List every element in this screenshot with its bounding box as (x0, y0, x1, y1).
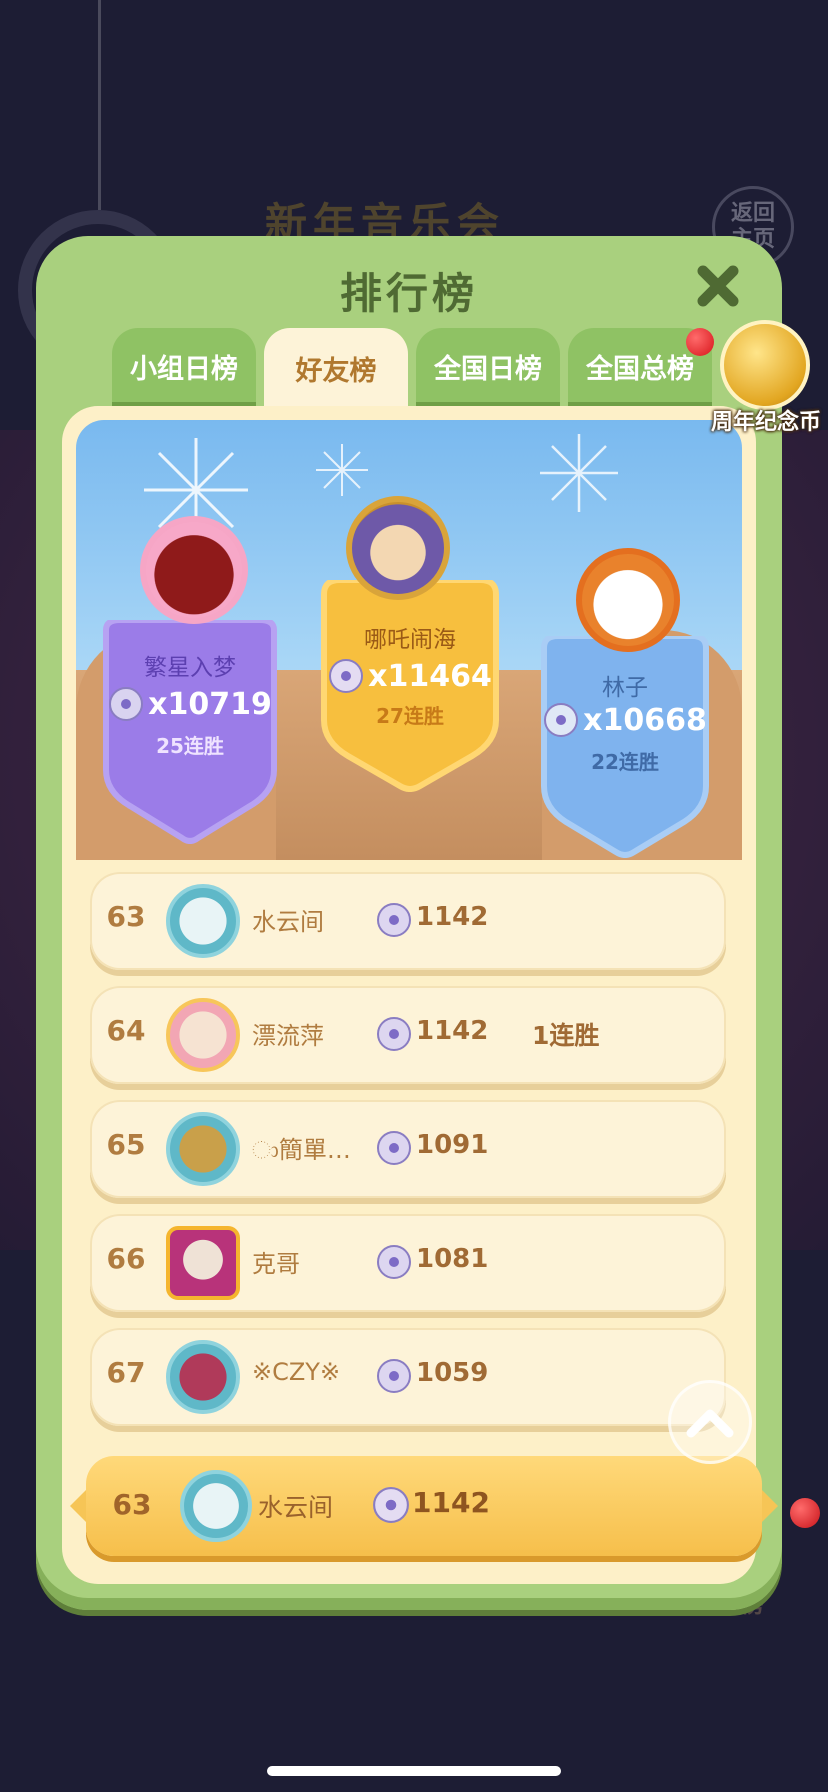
self-rank-bar[interactable]: 63 水云间 1142 (70, 1456, 778, 1560)
player-name: ා簡單… (252, 1136, 351, 1164)
player-points: 1081 (416, 1244, 489, 1274)
avatar (166, 998, 240, 1072)
rank-number: 63 (106, 900, 146, 933)
rank-number: 64 (106, 1014, 146, 1047)
disc-icon (377, 1017, 411, 1051)
leaderboard-panel: 繁星入梦 x10719 25连胜 哪吒闹海 x11464 27连胜 林子 x10… (62, 406, 778, 1584)
podium-first-streak: 27连胜 (376, 704, 444, 728)
disc-icon (377, 1245, 411, 1279)
self-player-name: 水云间 (258, 1493, 334, 1522)
podium-area: 繁星入梦 x10719 25连胜 哪吒闹海 x11464 27连胜 林子 x10… (76, 420, 742, 860)
dialog-title: 排行榜 (339, 269, 478, 318)
anniversary-coin-badge[interactable]: 周年纪念币 (704, 320, 828, 444)
podium-second[interactable]: 繁星入梦 x10719 25连胜 (90, 620, 290, 844)
list-item[interactable]: 67 ※CZY※ 1059 (90, 1328, 726, 1426)
podium-first-score-value: x11464 (368, 658, 492, 694)
list-item[interactable]: 63 水云间 1142 (90, 872, 726, 970)
avatar (346, 496, 450, 600)
avatar (140, 516, 248, 624)
disc-icon (329, 659, 364, 693)
close-x-icon (697, 265, 739, 307)
bar-tip-right (760, 1488, 778, 1524)
podium-third-score-value: x10668 (583, 702, 707, 738)
podium-second-name: 繁星入梦 (144, 655, 236, 681)
podium-second-streak: 25连胜 (156, 734, 224, 758)
ranking-list: 63 水云间 1142 64 漂流萍 1142 1连胜 65 ා簡單… 1091… (78, 872, 738, 1442)
lamp-rope (98, 0, 101, 210)
self-rank-number: 63 (112, 1488, 152, 1521)
leaderboard-dialog: 排行榜 小组日榜 好友榜 全国日榜 全国总榜 繁星入梦 x10719 25连胜 … (36, 236, 782, 1610)
podium-first[interactable]: 哪吒闹海 x11464 27连胜 (310, 580, 510, 792)
podium-third-streak: 22连胜 (591, 750, 659, 774)
podium-third[interactable]: 林子 x10668 22连胜 (530, 636, 720, 858)
close-button[interactable] (688, 256, 748, 316)
list-item[interactable]: 66 克哥 1081 (90, 1214, 726, 1312)
podium-second-score: x10719 (90, 686, 290, 722)
avatar (166, 1112, 240, 1186)
rank-number: 65 (106, 1128, 146, 1161)
disc-icon (377, 903, 411, 937)
player-points: 1142 (416, 1016, 489, 1046)
list-item[interactable]: 65 ා簡單… 1091 (90, 1100, 726, 1198)
firework-icon (540, 434, 618, 512)
avatar (166, 884, 240, 958)
player-name: ※CZY※ (252, 1358, 341, 1386)
podium-third-score: x10668 (530, 702, 720, 738)
coin-icon (720, 320, 810, 410)
player-name: 水云间 (252, 908, 324, 936)
list-item[interactable]: 64 漂流萍 1142 1连胜 (90, 986, 726, 1084)
home-indicator[interactable] (267, 1766, 561, 1776)
avatar (166, 1340, 240, 1414)
avatar (576, 548, 680, 652)
podium-first-score: x11464 (310, 658, 510, 694)
disc-icon (377, 1131, 411, 1165)
scroll-to-top-button[interactable] (668, 1380, 752, 1464)
self-player-points: 1142 (412, 1486, 490, 1519)
firework-icon (316, 444, 368, 496)
leaderboard-tabs: 小组日榜 好友榜 全国日榜 全国总榜 (112, 328, 712, 412)
player-name: 漂流萍 (252, 1022, 324, 1050)
coin-badge-label: 周年纪念币 (710, 410, 821, 435)
notification-dot (790, 1498, 820, 1528)
player-streak: 1连胜 (532, 1021, 600, 1050)
tab-friends[interactable]: 好友榜 (264, 328, 408, 412)
disc-icon (544, 703, 579, 737)
player-points: 1091 (416, 1130, 489, 1160)
podium-third-name: 林子 (602, 675, 648, 701)
player-name: 克哥 (252, 1250, 300, 1278)
avatar (180, 1470, 252, 1542)
chevron-up-icon (686, 1409, 734, 1438)
rank-number: 66 (106, 1242, 146, 1275)
podium-second-score-value: x10719 (148, 686, 272, 722)
tab-group-daily[interactable]: 小组日榜 (112, 328, 256, 408)
disc-icon (373, 1487, 409, 1523)
player-points: 1142 (416, 902, 489, 932)
avatar (166, 1226, 240, 1300)
podium-first-name: 哪吒闹海 (364, 627, 456, 653)
disc-icon (377, 1359, 411, 1393)
disc-icon (109, 687, 144, 721)
rank-number: 67 (106, 1356, 146, 1389)
tab-national-daily[interactable]: 全国日榜 (416, 328, 560, 408)
player-points: 1059 (416, 1358, 489, 1388)
